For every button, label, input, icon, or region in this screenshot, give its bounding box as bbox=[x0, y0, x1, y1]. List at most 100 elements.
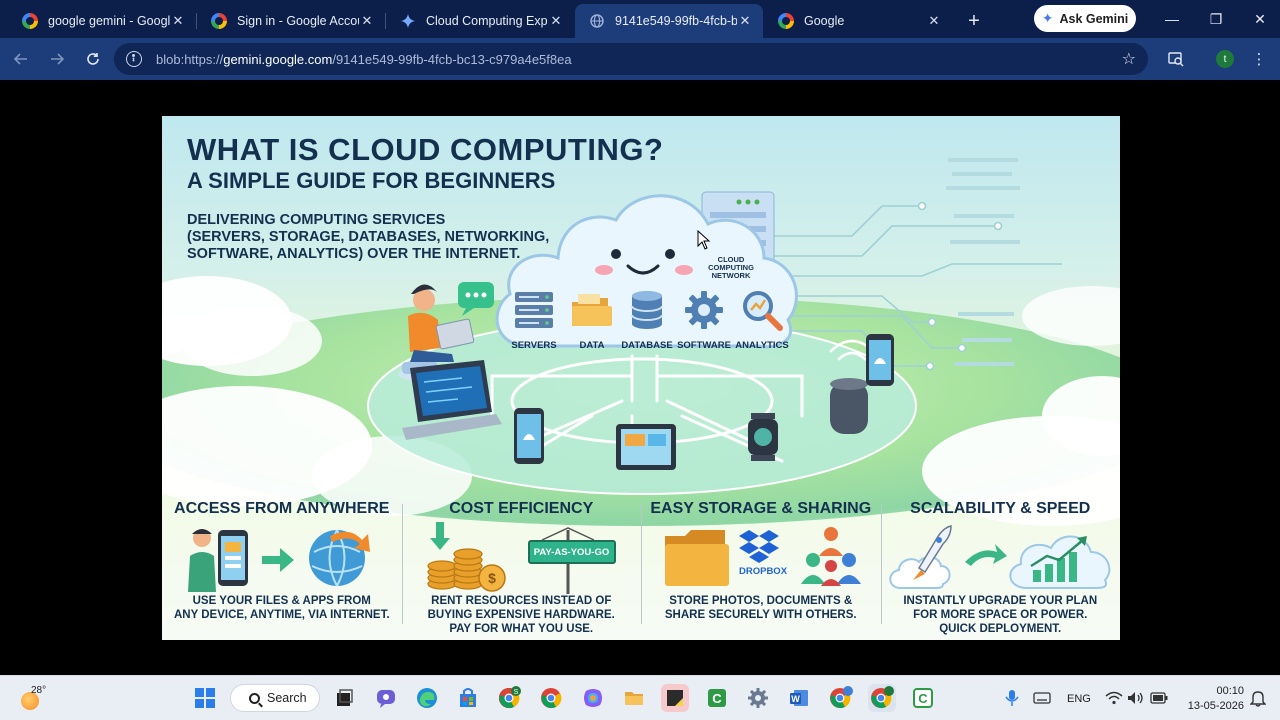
teams-chat-app[interactable] bbox=[372, 684, 400, 712]
cloud-computing-infographic: CLOUD COMPUTING NETWORK SERVERS DATA DAT… bbox=[162, 116, 1120, 640]
folder-icon bbox=[572, 294, 612, 326]
keyboard-icon bbox=[1033, 692, 1051, 704]
gear-icon bbox=[685, 291, 723, 329]
svg-text:C: C bbox=[918, 691, 928, 706]
camtasia-app[interactable]: C bbox=[703, 684, 731, 712]
section-heading: EASY STORAGE & SHARING bbox=[650, 500, 872, 517]
tab-title: google gemini - Google bbox=[48, 14, 170, 28]
menu-button[interactable]: ⋮ bbox=[1244, 44, 1274, 74]
gemini-icon bbox=[400, 13, 416, 29]
section-text: INSTANTLY UPGRADE YOUR PLAN FOR MORE SPA… bbox=[903, 595, 1098, 635]
svg-text:W: W bbox=[791, 694, 800, 704]
camtasia-recorder-app[interactable]: C bbox=[909, 684, 937, 712]
tab-title: 9141e549-99fb-4fcb-bc bbox=[615, 14, 737, 28]
section-illustration bbox=[162, 522, 402, 594]
search-icon bbox=[249, 692, 260, 704]
tab-cloud-computing[interactable]: Cloud Computing Explai ✕ bbox=[386, 4, 574, 38]
close-icon[interactable]: ✕ bbox=[548, 13, 564, 29]
folder-icon bbox=[625, 692, 643, 705]
copilot-app[interactable] bbox=[579, 684, 607, 712]
forward-button[interactable] bbox=[42, 44, 72, 74]
close-icon[interactable]: ✕ bbox=[926, 13, 942, 29]
taskbar-search[interactable]: Search bbox=[230, 684, 320, 712]
new-tab-button[interactable]: + bbox=[959, 6, 989, 36]
notifications-button[interactable] bbox=[1244, 684, 1272, 712]
more-vert-icon: ⋮ bbox=[1251, 51, 1267, 68]
section-text: STORE PHOTOS, DOCUMENTS & SHARE SECURELY… bbox=[664, 595, 857, 621]
page-viewport: CLOUD COMPUTING NETWORK SERVERS DATA DAT… bbox=[0, 80, 1280, 675]
chrome-icon bbox=[830, 686, 853, 709]
settings-app[interactable] bbox=[744, 684, 772, 712]
chrome-profile-t-app[interactable] bbox=[868, 684, 896, 712]
battery-tray-button[interactable] bbox=[1145, 684, 1173, 712]
svg-text:$: $ bbox=[488, 570, 496, 586]
chrome-icon bbox=[541, 688, 562, 709]
rocket-growth-cloud-icon bbox=[888, 525, 1110, 589]
section-access-anywhere: ACCESS FROM ANYWHERE USE YOUR FILES & AP… bbox=[162, 498, 402, 640]
service-software: SOFTWARE bbox=[674, 288, 734, 351]
tab-sign-in[interactable]: Sign in - Google Account ✕ bbox=[197, 4, 386, 38]
ask-gemini-button[interactable]: ✦ Ask Gemini bbox=[1034, 5, 1136, 32]
person-phone-globe-icon bbox=[188, 529, 370, 592]
minimize-button[interactable]: — bbox=[1152, 4, 1192, 34]
store-app[interactable] bbox=[454, 684, 482, 712]
section-illustration bbox=[881, 522, 1121, 594]
chrome-profile-work-app[interactable] bbox=[827, 684, 855, 712]
close-window-button[interactable]: ✕ bbox=[1240, 4, 1280, 34]
task-view-icon bbox=[337, 689, 353, 706]
tab-google-gemini[interactable]: google gemini - Google ✕ bbox=[8, 4, 197, 38]
tab-blob-active[interactable]: 9141e549-99fb-4fcb-bc ✕ bbox=[575, 4, 763, 38]
tab-google[interactable]: Google ✕ bbox=[764, 4, 952, 38]
microphone-tray-button[interactable] bbox=[998, 684, 1026, 712]
arrow-left-icon bbox=[14, 53, 27, 65]
section-illustration: DROPBOX bbox=[641, 522, 881, 594]
edge-app[interactable] bbox=[413, 684, 441, 712]
lens-icon bbox=[1168, 52, 1184, 67]
chrome-profile-s-app[interactable]: S bbox=[496, 684, 524, 712]
database-icon bbox=[631, 291, 663, 329]
camtasia-icon: C bbox=[708, 689, 726, 707]
word-app[interactable]: W bbox=[785, 684, 813, 712]
infographic-title: WHAT IS CLOUD COMPUTING? bbox=[187, 132, 664, 167]
clock[interactable]: 00:10 13-05-2026 bbox=[1180, 684, 1244, 714]
keyboard-tray-button[interactable] bbox=[1028, 684, 1056, 712]
service-data: DATA bbox=[562, 288, 622, 351]
close-icon[interactable]: ✕ bbox=[170, 13, 186, 29]
copilot-icon bbox=[584, 689, 602, 707]
infographic-description: DELIVERING COMPUTING SERVICES (SERVERS, … bbox=[187, 212, 550, 262]
browser-toolbar: blob:https://gemini.google.com/9141e549-… bbox=[0, 38, 1280, 80]
bookmark-star-icon[interactable]: ☆ bbox=[1122, 49, 1136, 69]
address-bar[interactable]: blob:https://gemini.google.com/9141e549-… bbox=[114, 43, 1148, 75]
folder-dropbox-people-icon bbox=[665, 527, 861, 586]
weather-widget[interactable]: 28° bbox=[18, 684, 48, 714]
chat-icon bbox=[377, 690, 395, 708]
start-button[interactable] bbox=[191, 684, 219, 712]
section-illustration: $ PAY-AS-YOU-GO bbox=[402, 522, 642, 594]
reload-button[interactable] bbox=[78, 44, 108, 74]
chrome-app[interactable] bbox=[537, 684, 565, 712]
word-icon: W bbox=[790, 690, 808, 706]
camtasia-icon: C bbox=[913, 688, 933, 708]
pay-as-you-go-sign: PAY-AS-YOU-GO bbox=[527, 540, 616, 564]
windows-taskbar: 28° Search S C W C ENG 00:10 13-05-2026 bbox=[0, 675, 1280, 720]
url-scheme: blob:https:// bbox=[156, 51, 224, 67]
service-analytics: ANALYTICS bbox=[732, 288, 792, 351]
windows-icon bbox=[195, 688, 215, 708]
sticky-notes-app-active[interactable] bbox=[661, 684, 689, 712]
tab-title: Cloud Computing Explai bbox=[426, 14, 548, 28]
magnifier-icon bbox=[743, 291, 783, 331]
back-button[interactable] bbox=[6, 44, 36, 74]
file-explorer-app[interactable] bbox=[620, 684, 648, 712]
wifi-icon bbox=[1105, 691, 1123, 705]
restore-button[interactable]: ❐ bbox=[1196, 4, 1236, 34]
chrome-icon bbox=[871, 686, 894, 709]
lens-search-button[interactable] bbox=[1161, 44, 1191, 74]
weather-temp: 28° bbox=[31, 685, 47, 696]
close-icon[interactable]: ✕ bbox=[737, 13, 753, 29]
task-view-button[interactable] bbox=[330, 684, 358, 712]
close-icon[interactable]: ✕ bbox=[359, 13, 375, 29]
url-path: /9141e549-99fb-4fcb-bc13-c979a4e5f8ea bbox=[332, 51, 572, 67]
profile-button[interactable]: t bbox=[1210, 44, 1240, 74]
language-indicator[interactable]: ENG bbox=[1067, 693, 1091, 705]
site-info-icon[interactable] bbox=[126, 51, 142, 67]
